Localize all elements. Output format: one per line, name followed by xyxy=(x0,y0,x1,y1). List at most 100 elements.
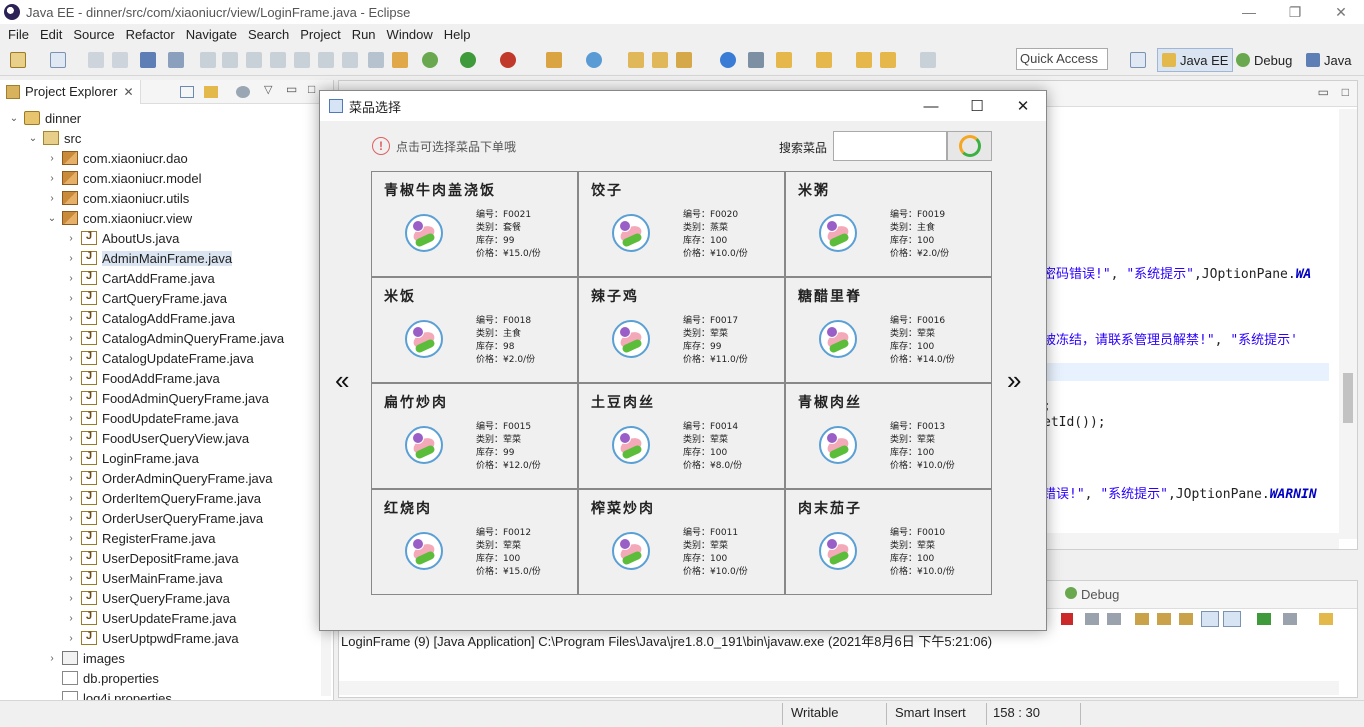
run-external-icon[interactable] xyxy=(500,52,516,68)
tree-item[interactable]: › FoodUserQueryView.java xyxy=(65,428,249,448)
tree-item[interactable]: › com.xiaoniucr.model xyxy=(46,168,201,188)
expand-toggle-icon[interactable]: › xyxy=(65,453,77,464)
food-card[interactable]: 糖醋里脊 编号：F0016 类别：荤菜 库存：100 价格：¥14.0/份 xyxy=(785,277,992,383)
maximize-editor-icon[interactable]: □ xyxy=(1342,85,1349,99)
restore-icon[interactable]: ❐ xyxy=(1272,0,1318,24)
food-card[interactable]: 肉末茄子 编号：F0010 类别：荤菜 库存：100 价格：¥10.0/份 xyxy=(785,489,992,595)
food-card[interactable]: 饺子 编号：F0020 类别：蒸菜 库存：100 价格：¥10.0/份 xyxy=(578,171,785,277)
maximize-icon[interactable]: ☐ xyxy=(954,91,1000,121)
quick-access-input[interactable]: Quick Access xyxy=(1016,48,1108,70)
editor-vertical-scrollbar[interactable] xyxy=(1339,109,1357,539)
food-card[interactable]: 米粥 编号：F0019 类别：主食 库存：100 价格：¥2.0/份 xyxy=(785,171,992,277)
menu-search[interactable]: Search xyxy=(248,27,289,42)
next-annotation-icon[interactable] xyxy=(776,52,792,68)
tree-item[interactable]: › RegisterFrame.java xyxy=(65,528,215,548)
tree-item[interactable]: › OrderUserQueryFrame.java xyxy=(65,508,263,528)
menu-window[interactable]: Window xyxy=(387,27,433,42)
tree-item[interactable]: › UserDepositFrame.java xyxy=(65,548,238,568)
menu-help[interactable]: Help xyxy=(444,27,471,42)
expand-toggle-icon[interactable]: ⌄ xyxy=(8,113,20,124)
focus-icon[interactable] xyxy=(236,86,250,98)
collapse-all-icon[interactable] xyxy=(180,86,194,98)
expand-toggle-icon[interactable]: › xyxy=(65,633,77,644)
expand-toggle-icon[interactable]: › xyxy=(65,313,77,324)
expand-toggle-icon[interactable]: › xyxy=(65,413,77,424)
run-icon[interactable] xyxy=(460,52,476,68)
expand-toggle-icon[interactable]: › xyxy=(65,233,77,244)
link-with-editor-icon[interactable] xyxy=(204,86,218,98)
food-card[interactable]: 辣子鸡 编号：F0017 类别：荤菜 库存：99 价格：¥11.0/份 xyxy=(578,277,785,383)
tab-debug[interactable]: Debug xyxy=(1065,587,1119,602)
new-project-icon[interactable] xyxy=(50,52,66,68)
tree-item[interactable]: › AdminMainFrame.java xyxy=(65,248,233,268)
tree-item[interactable]: › UserMainFrame.java xyxy=(65,568,222,588)
tree-item[interactable]: ⌄ com.xiaoniucr.view xyxy=(46,208,192,228)
terminate-icon[interactable] xyxy=(1061,613,1073,625)
use-step-filters-icon[interactable] xyxy=(392,52,408,68)
tree-item[interactable]: › AboutUs.java xyxy=(65,228,179,248)
last-edit-icon[interactable] xyxy=(856,52,872,68)
expand-toggle-icon[interactable]: › xyxy=(65,393,77,404)
expand-toggle-icon[interactable]: ⌄ xyxy=(46,213,58,224)
view-menu-icon[interactable]: ▽ xyxy=(264,83,272,96)
food-card[interactable]: 青椒肉丝 编号：F0013 类别：荤菜 库存：100 价格：¥10.0/份 xyxy=(785,383,992,489)
tree-item[interactable]: › CatalogAddFrame.java xyxy=(65,308,235,328)
menu-refactor[interactable]: Refactor xyxy=(126,27,175,42)
expand-toggle-icon[interactable]: › xyxy=(65,353,77,364)
tree-item[interactable]: › UserUpdateFrame.java xyxy=(65,608,236,628)
drop-to-frame-icon[interactable] xyxy=(368,52,384,68)
next-page-button[interactable]: » xyxy=(1007,365,1021,396)
close-tab-icon[interactable]: ✕ xyxy=(123,85,133,99)
toggle-mark-icon[interactable] xyxy=(748,52,764,68)
terminate-icon[interactable] xyxy=(246,52,262,68)
show-stdout-icon[interactable] xyxy=(1201,611,1219,627)
minimize-icon[interactable]: — xyxy=(1226,0,1272,24)
food-card[interactable]: 米饭 编号：F0018 类别：主食 库存：98 价格：¥2.0/份 xyxy=(371,277,578,383)
perspective-debug[interactable]: Debug xyxy=(1236,48,1292,72)
expand-toggle-icon[interactable]: › xyxy=(65,253,77,264)
expand-toggle-icon[interactable]: › xyxy=(65,373,77,384)
new-icon[interactable] xyxy=(10,52,26,68)
menu-edit[interactable]: Edit xyxy=(40,27,62,42)
perspective-javaee[interactable]: Java EE xyxy=(1157,48,1234,72)
tree-item[interactable]: ⌄ src xyxy=(27,128,82,148)
minimize-editor-icon[interactable]: ▭ xyxy=(1318,85,1329,99)
menu-run[interactable]: Run xyxy=(352,27,376,42)
new-class-icon[interactable] xyxy=(586,52,602,68)
menu-source[interactable]: Source xyxy=(73,27,114,42)
globe-icon[interactable] xyxy=(720,52,736,68)
disconnect-icon[interactable] xyxy=(270,52,286,68)
expand-toggle-icon[interactable]: › xyxy=(46,173,58,184)
debug-icon[interactable] xyxy=(422,52,438,68)
food-card[interactable]: 青椒牛肉盖浇饭 编号：F0021 类别：套餐 库存：99 价格：¥15.0/份 xyxy=(371,171,578,277)
food-card[interactable]: 扁竹炒肉 编号：F0015 类别：荤菜 库存：99 价格：¥12.0/份 xyxy=(371,383,578,489)
tree-item[interactable]: › OrderItemQueryFrame.java xyxy=(65,488,261,508)
show-stderr-icon[interactable] xyxy=(1223,611,1241,627)
previous-annotation-icon[interactable] xyxy=(816,52,832,68)
tree-item[interactable]: › UserQueryFrame.java xyxy=(65,588,230,608)
clear-console-icon[interactable] xyxy=(1135,613,1149,625)
expand-toggle-icon[interactable]: › xyxy=(65,573,77,584)
open-perspective-icon[interactable] xyxy=(1130,52,1146,68)
search-input[interactable] xyxy=(833,131,947,161)
suspend-icon[interactable] xyxy=(222,52,238,68)
tree-item[interactable]: › OrderAdminQueryFrame.java xyxy=(65,468,272,488)
expand-toggle-icon[interactable]: › xyxy=(65,533,77,544)
back-icon[interactable] xyxy=(880,52,896,68)
save-all-icon[interactable] xyxy=(112,52,128,68)
console-horizontal-scrollbar[interactable] xyxy=(339,681,1339,695)
remove-all-launches-icon[interactable] xyxy=(1107,613,1121,625)
expand-toggle-icon[interactable]: › xyxy=(65,493,77,504)
scroll-lock-icon[interactable] xyxy=(1157,613,1171,625)
expand-toggle-icon[interactable]: › xyxy=(65,333,77,344)
close-icon[interactable]: ✕ xyxy=(1000,91,1046,121)
tree-item[interactable]: › CartQueryFrame.java xyxy=(65,288,227,308)
expand-toggle-icon[interactable]: › xyxy=(46,653,58,664)
step-over-icon[interactable] xyxy=(318,52,334,68)
tree-item[interactable]: › FoodUpdateFrame.java xyxy=(65,408,238,428)
expand-toggle-icon[interactable]: › xyxy=(65,273,77,284)
tree-item[interactable]: db.properties xyxy=(46,668,159,688)
food-card[interactable]: 榨菜炒肉 编号：F0011 类别：荤菜 库存：100 价格：¥10.0/份 xyxy=(578,489,785,595)
tree-item[interactable]: › LoginFrame.java xyxy=(65,448,199,468)
pin-console-icon[interactable] xyxy=(1257,613,1271,625)
